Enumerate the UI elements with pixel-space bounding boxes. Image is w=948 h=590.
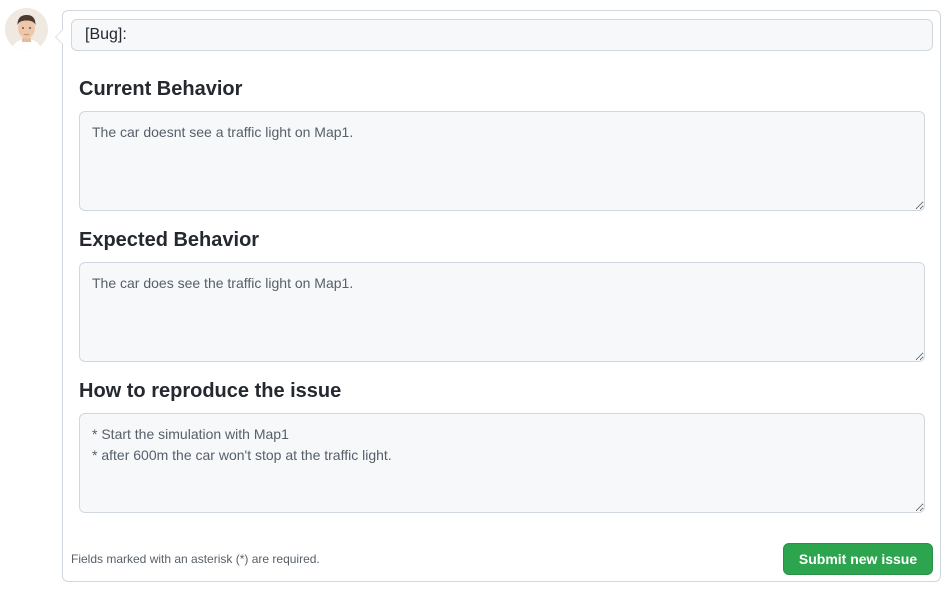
user-avatar[interactable]	[5, 8, 48, 51]
issue-title-input[interactable]	[71, 19, 933, 51]
reproduce-issue-textarea[interactable]: * Start the simulation with Map1 * after…	[79, 413, 925, 513]
expected-behavior-heading: Expected Behavior	[79, 229, 260, 251]
reproduce-issue-heading: How to reproduce the issue	[79, 380, 342, 402]
avatar-portrait-icon	[5, 8, 48, 51]
current-behavior-textarea[interactable]: The car doesnt see a traffic light on Ma…	[79, 111, 925, 211]
issue-form-card: Current Behavior The car doesnt see a tr…	[55, 10, 941, 582]
required-fields-note: Fields marked with an asterisk (*) are r…	[71, 552, 320, 566]
current-behavior-heading: Current Behavior	[79, 78, 243, 100]
expected-behavior-textarea[interactable]: The car does see the traffic light on Ma…	[79, 262, 925, 362]
submit-new-issue-button[interactable]: Submit new issue	[783, 543, 933, 575]
